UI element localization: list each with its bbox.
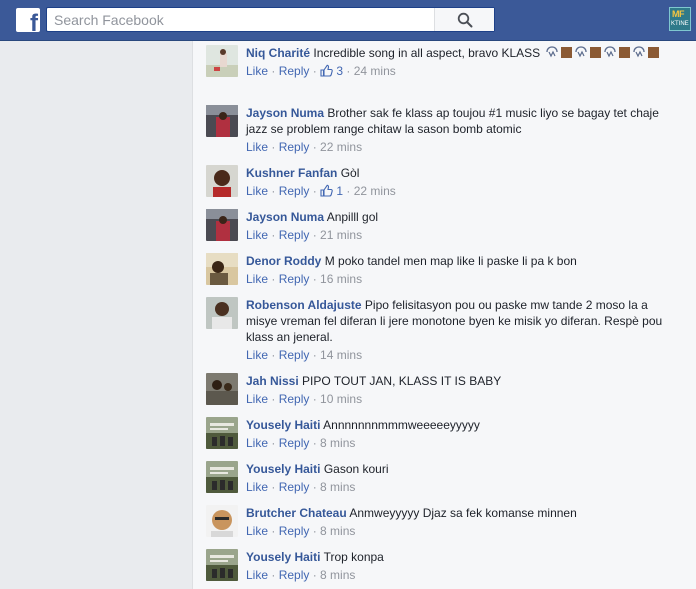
emoji-square-icon	[560, 47, 572, 58]
reply-link[interactable]: Reply	[279, 272, 310, 286]
comment-text: M poko tandel men map like li paske li p…	[324, 254, 577, 268]
app-shortcut-sublabel: KTINE	[671, 21, 689, 27]
reaction-count[interactable]: 3	[320, 64, 343, 78]
like-link[interactable]: Like	[246, 64, 268, 78]
commenter-name[interactable]: Jah Nissi	[246, 374, 299, 388]
avatar[interactable]	[206, 165, 238, 197]
avatar[interactable]	[206, 373, 238, 405]
reply-link[interactable]: Reply	[279, 184, 310, 198]
search-input[interactable]	[54, 11, 444, 29]
thumbs-up-icon	[320, 64, 333, 77]
commenter-name[interactable]: Brutcher Chateau	[246, 506, 347, 520]
commenter-name[interactable]: Yousely Haiti	[246, 418, 320, 432]
commenter-name[interactable]: Niq Charité	[246, 46, 310, 60]
reply-link[interactable]: Reply	[279, 568, 310, 582]
commenter-name[interactable]: Jayson Numa	[246, 106, 324, 120]
commenter-name[interactable]: Denor Roddy	[246, 254, 321, 268]
logo-letter: f	[30, 10, 38, 33]
comment-text: Gason kouri	[323, 462, 389, 476]
app-shortcut-label: MF	[672, 9, 685, 19]
top-navigation-bar: f MF KTINE	[0, 0, 696, 41]
comment-timestamp[interactable]: 24 mins	[354, 64, 396, 78]
avatar[interactable]	[206, 209, 238, 241]
comment-timestamp[interactable]: 8 mins	[320, 524, 355, 538]
emoji-square-icon	[647, 47, 659, 58]
emoji-gesture-icon	[631, 46, 647, 60]
comment-timestamp[interactable]: 16 mins	[320, 272, 362, 286]
avatar[interactable]	[206, 549, 238, 581]
reply-link[interactable]: Reply	[279, 140, 310, 154]
reply-link[interactable]: Reply	[279, 436, 310, 450]
commenter-name[interactable]: Jayson Numa	[246, 210, 324, 224]
like-link[interactable]: Like	[246, 480, 268, 494]
like-link[interactable]: Like	[246, 228, 268, 242]
like-link[interactable]: Like	[246, 184, 268, 198]
commenter-name[interactable]: Yousely Haiti	[246, 462, 320, 476]
comment-text: Annnnnnnmmmweeeeeyyyyy	[323, 418, 480, 432]
comment-timestamp[interactable]: 8 mins	[320, 568, 355, 582]
thumbs-up-icon	[320, 184, 333, 197]
avatar[interactable]	[206, 417, 238, 449]
emoji-gesture-icon	[573, 46, 589, 60]
comment-timestamp[interactable]: 14 mins	[320, 348, 362, 362]
like-link[interactable]: Like	[246, 436, 268, 450]
like-link[interactable]: Like	[246, 348, 268, 362]
reply-link[interactable]: Reply	[279, 480, 310, 494]
commenter-name[interactable]: Kushner Fanfan	[246, 166, 337, 180]
reply-link[interactable]: Reply	[279, 228, 310, 242]
comment-timestamp[interactable]: 21 mins	[320, 228, 362, 242]
comment-text: Gòl	[340, 166, 360, 180]
reply-link[interactable]: Reply	[279, 392, 310, 406]
comment-timestamp[interactable]: 22 mins	[320, 140, 362, 154]
emoji-gesture-icon	[602, 46, 618, 60]
emoji-square-icon	[618, 47, 630, 58]
comment-timestamp[interactable]: 10 mins	[320, 392, 362, 406]
comment-text: Trop konpa	[323, 550, 384, 564]
reply-link[interactable]: Reply	[279, 348, 310, 362]
emoji-gesture-icon	[544, 46, 560, 60]
facebook-logo-icon[interactable]: f	[16, 8, 40, 32]
app-shortcut-icon[interactable]: MF KTINE	[669, 7, 691, 31]
like-link[interactable]: Like	[246, 140, 268, 154]
avatar[interactable]	[206, 45, 238, 77]
comment-timestamp[interactable]: 22 mins	[354, 184, 396, 198]
avatar[interactable]	[206, 297, 238, 329]
comment-text: Anpilll gol	[326, 210, 379, 224]
reply-link[interactable]: Reply	[279, 64, 310, 78]
comment-text: PIPO TOUT JAN, KLASS IT IS BABY	[302, 374, 502, 388]
comment-text: Anmweyyyyy Djaz sa fek komanse minnen	[349, 506, 577, 520]
search-button[interactable]	[434, 8, 494, 31]
comments-panel: Niq Charité Incredible song in all aspec…	[192, 41, 696, 589]
commenter-name[interactable]: Yousely Haiti	[246, 550, 320, 564]
search-box	[46, 7, 495, 32]
comment-timestamp[interactable]: 8 mins	[320, 480, 355, 494]
avatar[interactable]	[206, 253, 238, 285]
reaction-count[interactable]: 1	[320, 184, 343, 198]
search-icon	[457, 12, 473, 28]
avatar[interactable]	[206, 505, 238, 537]
comment-timestamp[interactable]: 8 mins	[320, 436, 355, 450]
like-link[interactable]: Like	[246, 272, 268, 286]
reply-link[interactable]: Reply	[279, 524, 310, 538]
like-link[interactable]: Like	[246, 524, 268, 538]
emoji-square-icon	[589, 47, 601, 58]
like-link[interactable]: Like	[246, 568, 268, 582]
comment-text: Incredible song in all aspect, bravo KLA…	[313, 46, 541, 60]
avatar[interactable]	[206, 105, 238, 137]
commenter-name[interactable]: Robenson Aldajuste	[246, 298, 362, 312]
avatar[interactable]	[206, 461, 238, 493]
like-link[interactable]: Like	[246, 392, 268, 406]
